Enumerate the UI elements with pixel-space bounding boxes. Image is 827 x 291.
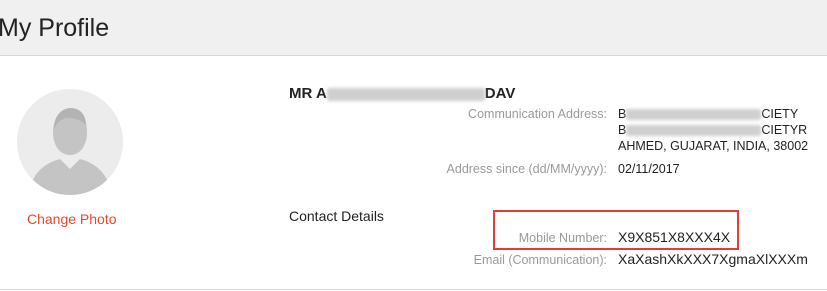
mobile-number-label: Mobile Number: [518, 231, 607, 245]
name-suffix: DAV [484, 85, 516, 102]
page-header: My Profile [0, 0, 827, 56]
user-silhouette-icon [17, 89, 123, 195]
address-since-label: Address since (dd/MM/yyyy): [446, 162, 607, 176]
page-title: My Profile [0, 14, 110, 42]
contact-details-heading: Contact Details [289, 208, 384, 224]
redacted-name [326, 87, 485, 101]
divider [0, 289, 827, 290]
redacted-address-1 [626, 109, 762, 121]
email-label: Email (Communication): [473, 253, 607, 267]
address-line-1: B CIETY [618, 107, 799, 121]
address-since-value: 02/11/2017 [618, 162, 680, 176]
profile-name: MR A DAV [289, 85, 515, 102]
communication-address-label: Communication Address: [468, 107, 607, 121]
name-prefix: MR A [289, 85, 327, 102]
mobile-number-value: X9X851X8XXX4X [618, 229, 731, 245]
email-value: XaXashXkXXX7XgmaXlXXXm [618, 251, 808, 267]
address-line-2: B CIETYR [618, 123, 808, 137]
redacted-address-2 [626, 125, 762, 137]
avatar [17, 89, 123, 195]
change-photo-link[interactable]: Change Photo [27, 211, 117, 227]
address-line-3: AHMED, GUJARAT, INDIA, 38002 [618, 139, 809, 153]
